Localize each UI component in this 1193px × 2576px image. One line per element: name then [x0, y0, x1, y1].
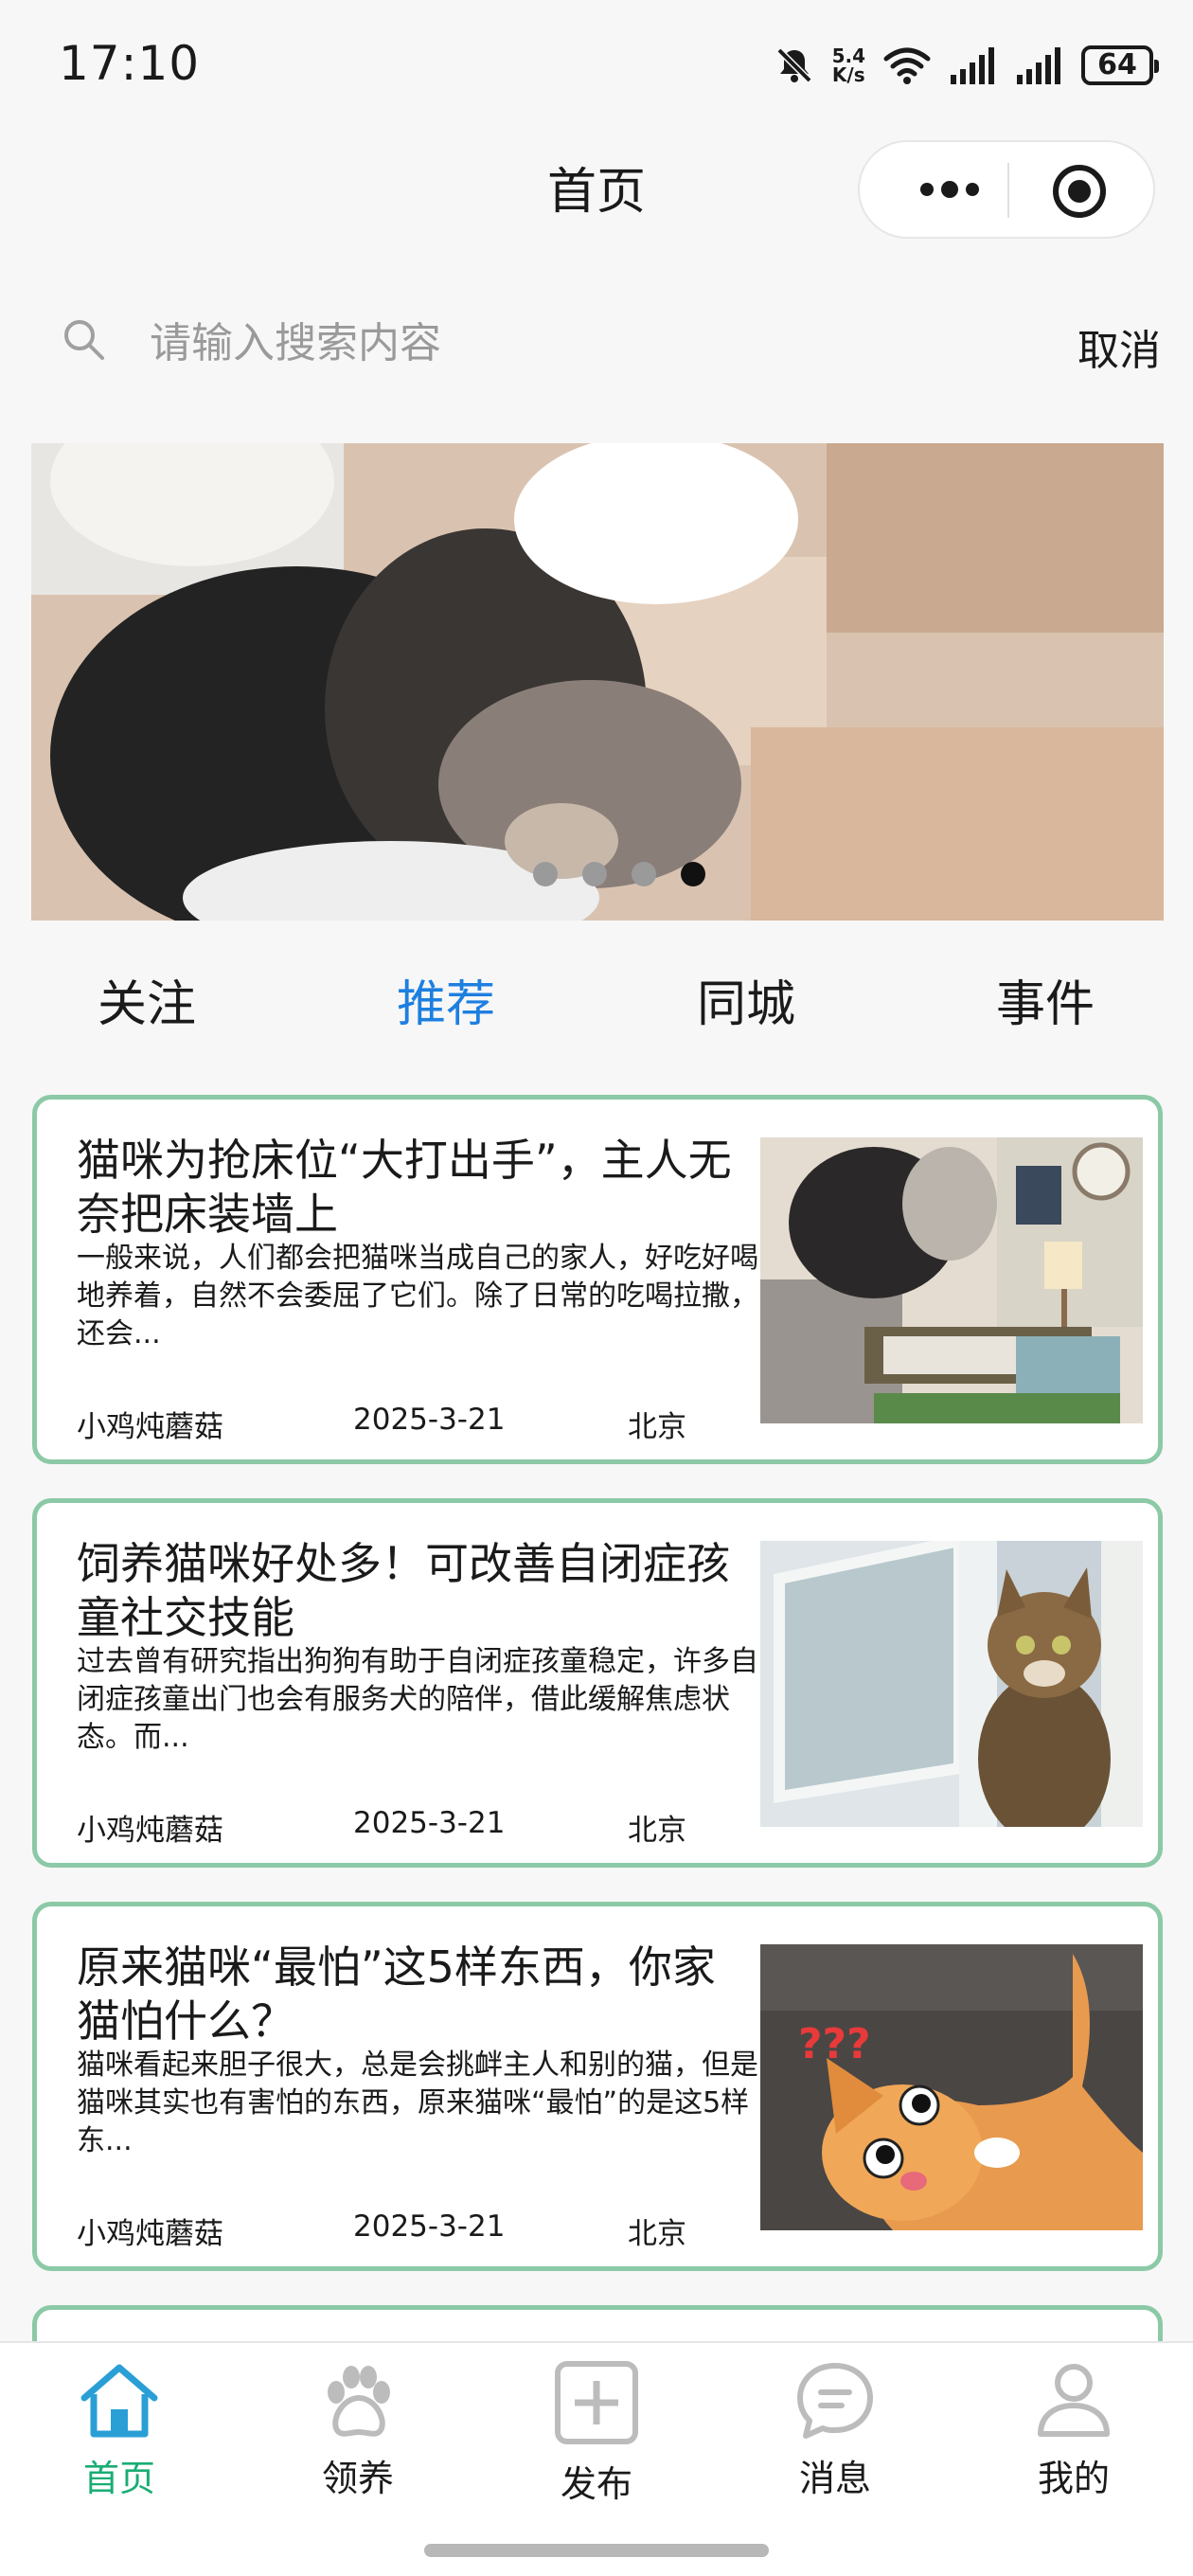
status-icons: 5.4 K/s 64 [774, 42, 1159, 89]
plus-square-icon [521, 2360, 672, 2445]
article-author: 小鸡炖蘑菇 [77, 1410, 223, 1444]
article-thumbnail [760, 1137, 1143, 1423]
network-speed-unit: K/s [831, 63, 865, 86]
bottom-tab-bar: 首页 领养 发布 消息 我的 [0, 2341, 1193, 2576]
article-summary: 猫咪看起来胆子很大，总是会挑衅主人和别的猫，但是猫咪其实也有害怕的东西，原来猫咪… [77, 2048, 758, 2157]
article-summary: 过去曾有研究指出狗狗有助于自闭症孩童稳定，许多自闭症孩童出门也会有服务犬的陪伴，… [77, 1645, 758, 1754]
cancel-button[interactable]: 取消 [1077, 316, 1161, 377]
tabbar-messages[interactable]: 消息 [759, 2360, 911, 2521]
page: 17:10 5.4 K/s 64 首页 请输入搜索内容 取消 关注 推荐 同城 … [0, 0, 1193, 2576]
article-summary: 一般来说，人们都会把猫咪当成自己的家人，好吃好喝地养着，自然不会委屈了它们。除了… [77, 1242, 758, 1351]
status-time: 17:10 [59, 36, 201, 91]
tabbar-label: 首页 [82, 2458, 155, 2499]
tabbar-label: 消息 [798, 2458, 871, 2499]
article-date: 2025-3-21 [353, 1403, 506, 1437]
carousel-dot-active[interactable] [681, 862, 705, 886]
tab-recommended[interactable]: 推荐 [351, 964, 541, 1035]
article-city: 北京 [628, 1814, 686, 1848]
banner-image [31, 443, 1164, 921]
carousel-dot[interactable] [632, 862, 656, 886]
tabbar-profile[interactable]: 我的 [998, 2360, 1149, 2521]
carousel-indicator [31, 862, 1164, 886]
battery-icon: 64 [1081, 45, 1159, 85]
article-thumbnail [760, 1541, 1143, 1827]
article-card[interactable]: 猫咪为抢床位“大打出手”，主人无奈把床装墙上 一般来说，人们都会把猫咪当成自己的… [32, 1095, 1163, 1464]
search-input[interactable] [150, 303, 1002, 383]
article-title: 猫咪为抢床位“大打出手”，主人无奈把床装墙上 [77, 1135, 732, 1240]
banner-carousel[interactable] [31, 443, 1164, 921]
capsule-divider [1007, 163, 1009, 218]
tabbar-home[interactable]: 首页 [44, 2360, 195, 2521]
wifi-icon [882, 45, 932, 85]
home-indicator[interactable] [424, 2544, 769, 2557]
signal-icon [949, 46, 998, 84]
status-bar: 17:10 5.4 K/s 64 [0, 0, 1193, 133]
person-icon [998, 2360, 1149, 2440]
article-author: 小鸡炖蘑菇 [77, 2217, 223, 2251]
tabbar-adopt[interactable]: 领养 [282, 2360, 434, 2521]
network-speed-value: 5.4 [831, 45, 865, 67]
tabbar-publish[interactable]: 发布 [521, 2360, 672, 2521]
signal-icon [1015, 46, 1064, 84]
tab-same-city[interactable]: 同城 [651, 964, 841, 1035]
article-card[interactable]: 原来猫咪“最怕”这5样东西，你家猫怕什么？ 猫咪看起来胆子很大，总是会挑衅主人和… [32, 1902, 1163, 2271]
target-icon[interactable] [1053, 165, 1106, 218]
more-dots-icon[interactable] [898, 142, 1002, 237]
carousel-dot[interactable] [533, 862, 558, 886]
home-icon [44, 2360, 195, 2440]
paw-icon [282, 2360, 434, 2440]
article-city: 北京 [628, 1410, 686, 1444]
battery-level: 64 [1097, 48, 1137, 81]
article-date: 2025-3-21 [353, 1806, 506, 1840]
tabbar-label: 领养 [321, 2458, 394, 2499]
tabbar-label: 发布 [560, 2463, 632, 2505]
search-bar: 取消 [0, 303, 1193, 383]
chat-bubble-icon [759, 2360, 911, 2440]
svg-text:???: ??? [798, 2020, 871, 2068]
article-thumbnail: ??? [760, 1944, 1143, 2230]
network-speed: 5.4 K/s [832, 46, 865, 84]
tab-following[interactable]: 关注 [52, 964, 241, 1035]
article-title: 饲养猫咪好处多！可改善自闭症孩童社交技能 [77, 1538, 730, 1643]
article-card[interactable]: 饲养猫咪好处多！可改善自闭症孩童社交技能 过去曾有研究指出狗狗有助于自闭症孩童稳… [32, 1498, 1163, 1868]
article-date: 2025-3-21 [353, 2209, 506, 2244]
tabbar-label: 我的 [1037, 2458, 1110, 2499]
article-city: 北京 [628, 2217, 686, 2251]
carousel-dot[interactable] [582, 862, 607, 886]
search-icon [61, 316, 106, 366]
article-author: 小鸡炖蘑菇 [77, 1814, 223, 1848]
mute-bell-icon [774, 45, 815, 86]
tab-events[interactable]: 事件 [951, 964, 1140, 1035]
article-title: 原来猫咪“最怕”这5样东西，你家猫怕什么？ [77, 1941, 716, 2047]
mini-program-capsule [858, 140, 1155, 239]
category-tabs: 关注 推荐 同城 事件 [0, 964, 1193, 1033]
